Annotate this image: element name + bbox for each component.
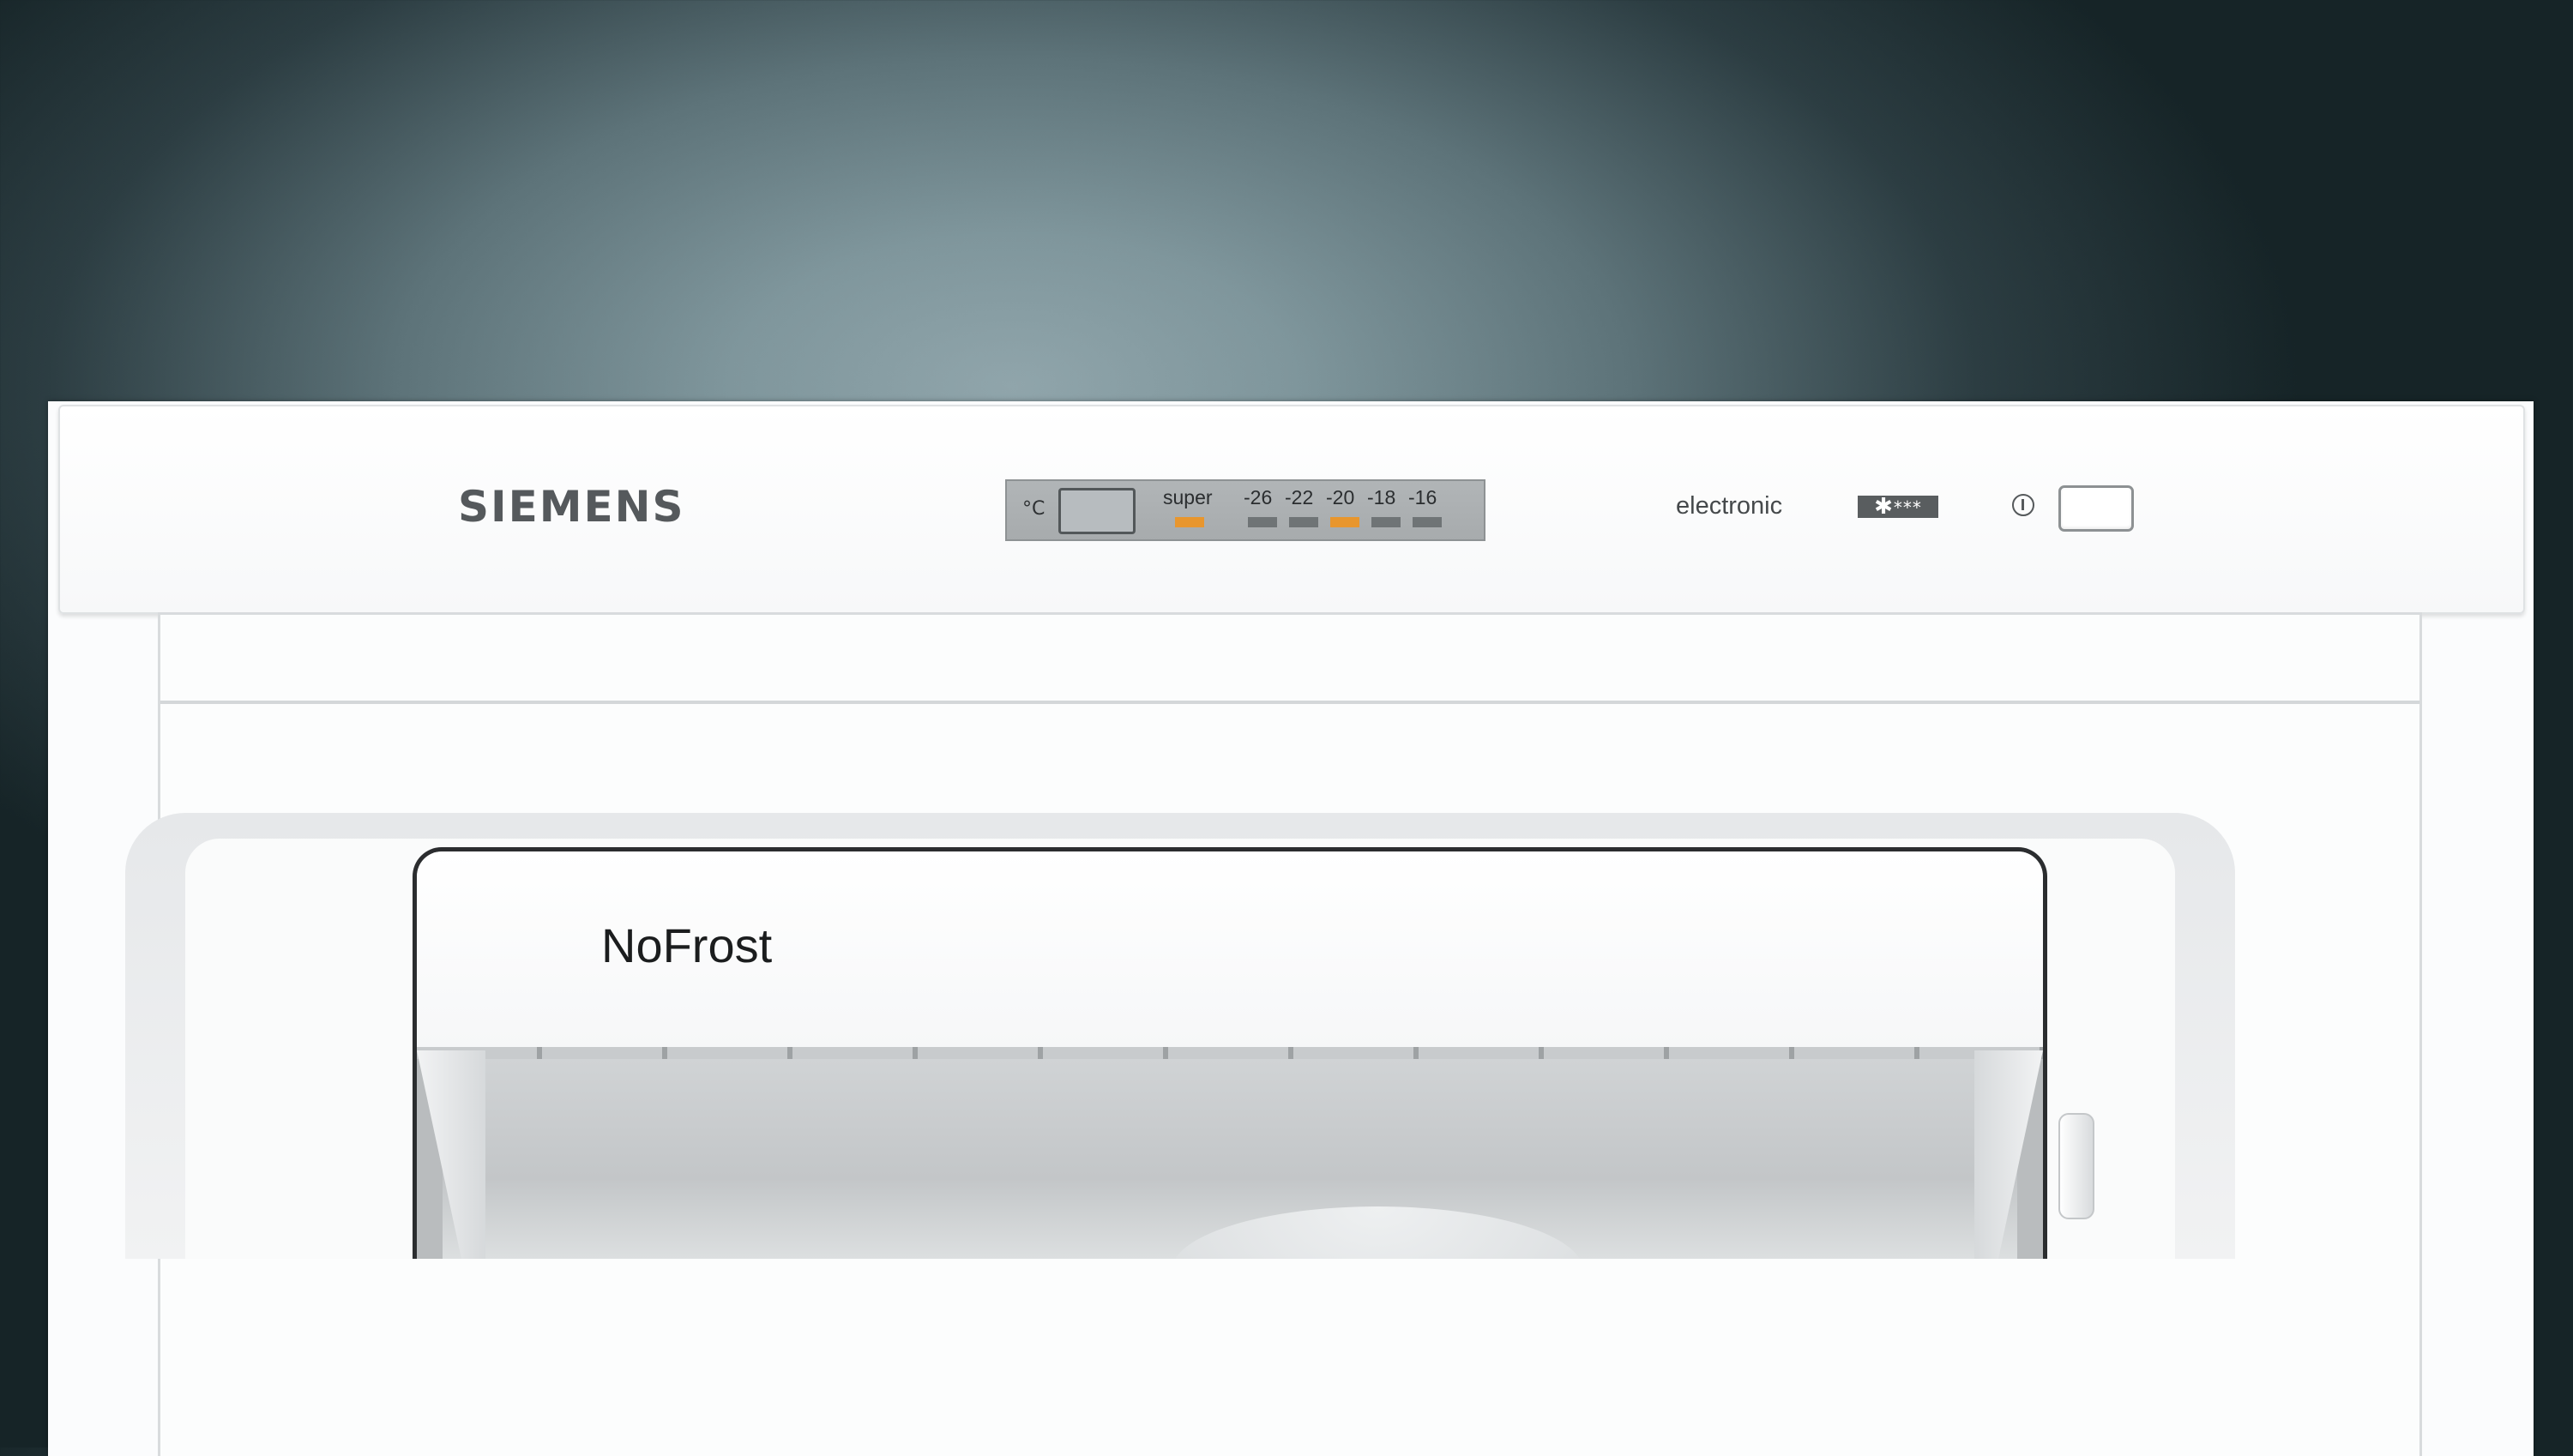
led-temp-5 — [1413, 517, 1442, 527]
temperature-display: °C super -26 -22 -20 -18 -16 — [1005, 479, 1485, 541]
star-rating-stars: *** — [1893, 497, 1922, 518]
star-rating-badge: ✱*** — [1858, 496, 1938, 518]
nofrost-label: NoFrost — [601, 918, 773, 972]
temp-label-3: -20 — [1326, 486, 1355, 508]
mode-label: electronic — [1676, 492, 1783, 520]
power-button[interactable] — [2058, 485, 2134, 532]
unit-label: °C — [1022, 498, 1045, 520]
freezer-drawer[interactable] — [413, 847, 2047, 1259]
super-label: super — [1163, 486, 1213, 508]
led-temp-3 — [1330, 517, 1359, 527]
drawer-lip — [417, 1047, 2043, 1059]
drawer-hinge-right — [2058, 1113, 2094, 1219]
power-icon — [2012, 494, 2034, 516]
temperature-button[interactable] — [1058, 488, 1136, 534]
frame-divider — [160, 701, 2419, 704]
control-panel: SIEMENS °C super -26 -22 -20 -18 -16 ele… — [58, 405, 2525, 614]
temp-label-1: -26 — [1244, 486, 1273, 508]
temp-label-5: -16 — [1408, 486, 1437, 508]
freezer-appliance: SIEMENS °C super -26 -22 -20 -18 -16 ele… — [48, 401, 2534, 1456]
led-temp-1 — [1248, 517, 1277, 527]
snowflake-icon: ✱ — [1874, 494, 1894, 520]
led-temp-2 — [1289, 517, 1318, 527]
brand-logo: SIEMENS — [458, 482, 685, 532]
led-temp-4 — [1371, 517, 1401, 527]
temp-label-2: -22 — [1285, 486, 1314, 508]
led-super — [1175, 517, 1204, 527]
temp-label-4: -18 — [1367, 486, 1396, 508]
